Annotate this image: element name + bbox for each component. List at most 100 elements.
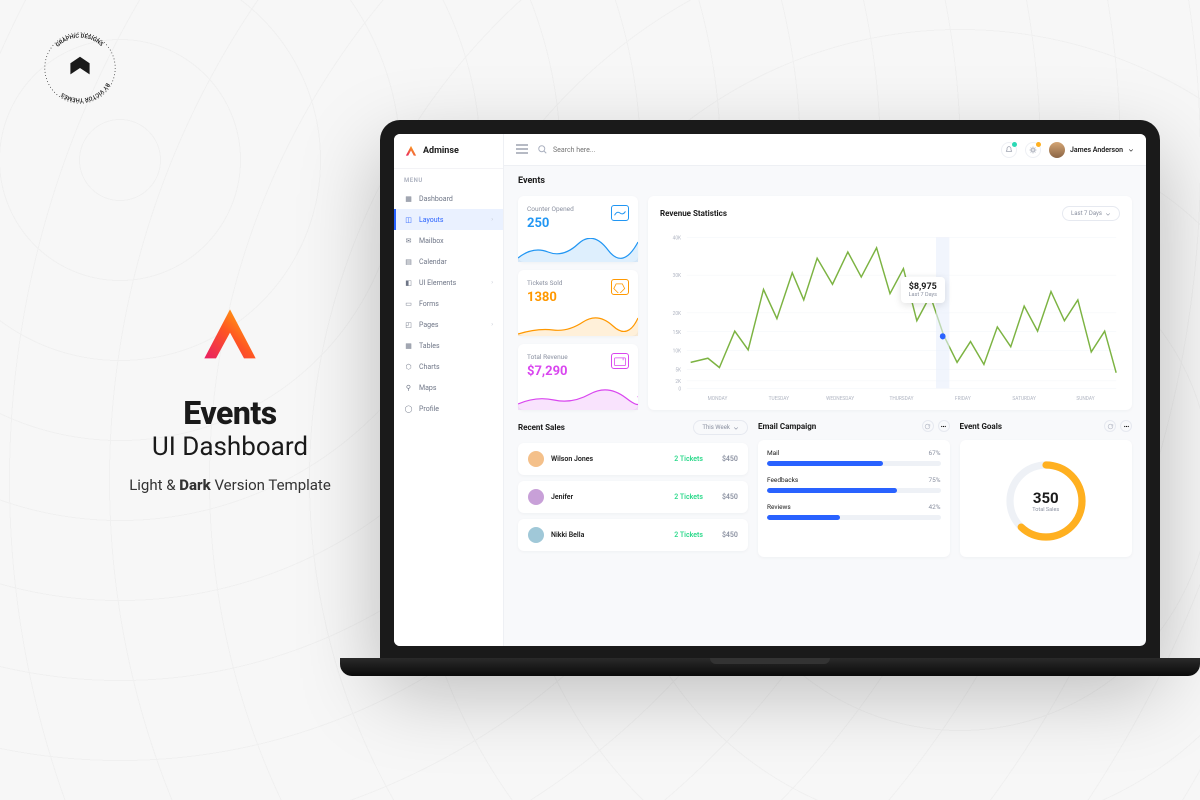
- stat-card-counter-opened[interactable]: Counter Opened 250: [518, 196, 638, 262]
- sales-name: Wilson Jones: [551, 455, 667, 463]
- sales-row[interactable]: Jenifer 2 Tickets $450: [518, 481, 748, 513]
- goal-ring-chart: 350 Total Sales: [1001, 456, 1091, 546]
- svg-text:FRIDAY: FRIDAY: [955, 396, 971, 402]
- stat-icon: [611, 279, 629, 295]
- campaign-pct: 67%: [928, 449, 940, 457]
- sidebar-item-pages[interactable]: ◰Pages›: [394, 314, 503, 335]
- more-button[interactable]: [938, 420, 950, 432]
- sales-name: Jenifer: [551, 493, 667, 501]
- search-box[interactable]: [538, 145, 991, 154]
- revenue-line-chart[interactable]: 02K5K10K15K20K30K40K MONDAYTUESDAYWEDNES…: [660, 227, 1120, 404]
- sidebar-item-mailbox[interactable]: ✉Mailbox: [394, 230, 503, 251]
- more-button[interactable]: [1120, 420, 1132, 432]
- brand[interactable]: Adminse: [394, 134, 503, 169]
- sidebar-item-forms[interactable]: ▭Forms: [394, 293, 503, 314]
- sidebar-item-label: Maps: [419, 384, 493, 392]
- nav-icon: ▭: [404, 299, 413, 308]
- sidebar-item-label: UI Elements: [419, 279, 485, 287]
- settings-button[interactable]: [1025, 142, 1041, 158]
- stat-card-tickets-sold[interactable]: Tickets Sold 1380: [518, 270, 638, 336]
- chevron-down-icon: [1105, 211, 1111, 217]
- refresh-button[interactable]: [922, 420, 934, 432]
- svg-text:SATURDAY: SATURDAY: [1012, 396, 1035, 402]
- sales-tickets: 2 Tickets: [674, 531, 703, 539]
- nav-icon: ▦: [404, 341, 413, 350]
- search-input[interactable]: [553, 146, 653, 154]
- sales-row[interactable]: Wilson Jones 2 Tickets $450: [518, 443, 748, 475]
- sidebar-item-maps[interactable]: ⚲ Maps: [394, 377, 503, 398]
- refresh-icon: [1107, 423, 1114, 430]
- sidebar: Adminse MENU ▦Dashboard◫Layouts›✉Mailbox…: [394, 134, 504, 646]
- sidebar-item-label: Mailbox: [419, 237, 493, 245]
- more-icon: [1123, 423, 1130, 430]
- avatar: [528, 527, 544, 543]
- chevron-right-icon: ›: [491, 216, 493, 223]
- stat-card-total-revenue[interactable]: Total Revenue $7,290: [518, 344, 638, 410]
- goal-sub: Total Sales: [1032, 507, 1059, 513]
- menu-toggle-icon[interactable]: [516, 144, 528, 156]
- nav-icon: ⚲: [404, 383, 413, 392]
- nav-icon: ⬡: [404, 362, 413, 371]
- sidebar-item-tables[interactable]: ▦Tables: [394, 335, 503, 356]
- svg-text:BY VICTOR THEMES: BY VICTOR THEMES: [60, 82, 110, 103]
- nav-icon: ◧: [404, 278, 413, 287]
- chevron-down-icon: [1128, 147, 1134, 153]
- gear-icon: [1029, 146, 1037, 154]
- sales-tickets: 2 Tickets: [674, 493, 703, 501]
- promo-block: Events UI Dashboard Light & Dark Version…: [90, 300, 370, 494]
- sidebar-item-label: Pages: [419, 321, 485, 329]
- sidebar-item-layouts[interactable]: ◫Layouts›: [394, 209, 503, 230]
- sidebar-item-label: Charts: [419, 363, 493, 371]
- campaign-row: Mail 67%: [767, 449, 941, 466]
- svg-text:40K: 40K: [673, 235, 682, 241]
- svg-text:10K: 10K: [673, 349, 682, 355]
- sparkline: [518, 238, 638, 262]
- svg-text:THURSDAY: THURSDAY: [889, 396, 913, 402]
- sidebar-item-calendar[interactable]: ▤ Calendar: [394, 251, 503, 272]
- brand-name: Adminse: [423, 146, 459, 156]
- promo-logo-icon: [195, 300, 265, 370]
- sidebar-item-dashboard[interactable]: ▦Dashboard: [394, 188, 503, 209]
- laptop-mockup: Adminse MENU ▦Dashboard◫Layouts›✉Mailbox…: [380, 120, 1160, 660]
- svg-text:5K: 5K: [675, 367, 682, 373]
- campaign-name: Mail: [767, 449, 779, 457]
- svg-text:30K: 30K: [673, 273, 682, 279]
- sales-range-selector[interactable]: This Week: [693, 420, 748, 435]
- svg-text:MONDAY: MONDAY: [708, 396, 728, 402]
- sidebar-item-label: Calendar: [419, 258, 493, 266]
- topbar: James Anderson: [504, 134, 1146, 166]
- refresh-button[interactable]: [1104, 420, 1116, 432]
- goal-value: 350: [1033, 489, 1059, 507]
- sales-amount: $450: [722, 531, 738, 539]
- publisher-badge: GRAPHIC DESIGNS BY VICTOR THEMES: [40, 28, 120, 108]
- campaign-title: Email Campaign: [758, 422, 816, 431]
- nav-icon: ▤: [404, 257, 413, 266]
- search-icon: [538, 145, 547, 154]
- campaign-name: Reviews: [767, 503, 791, 511]
- sales-amount: $450: [722, 455, 738, 463]
- sales-row[interactable]: Nikki Bella 2 Tickets $450: [518, 519, 748, 551]
- sidebar-item-label: Profile: [419, 405, 493, 413]
- nav-icon: ◫: [404, 215, 413, 224]
- page-title: Events: [518, 176, 1132, 186]
- promo-subtitle: UI Dashboard: [90, 432, 370, 462]
- sidebar-item-ui-elements[interactable]: ◧ UI Elements ›: [394, 272, 503, 293]
- more-icon: [940, 423, 947, 430]
- sidebar-item-label: Dashboard: [419, 195, 493, 203]
- brand-logo-icon: [404, 144, 418, 158]
- sidebar-item-charts[interactable]: ⬡ Charts: [394, 356, 503, 377]
- user-menu[interactable]: James Anderson: [1049, 142, 1134, 158]
- svg-text:WEDNESDAY: WEDNESDAY: [826, 396, 854, 402]
- sidebar-item-profile[interactable]: ◯Profile: [394, 398, 503, 419]
- nav-icon: ◰: [404, 320, 413, 329]
- app-screen: Adminse MENU ▦Dashboard◫Layouts›✉Mailbox…: [394, 134, 1146, 646]
- chart-tooltip: $8,975 Last 7 Days: [901, 277, 945, 303]
- campaign-row: Feedbacks75%: [767, 476, 941, 493]
- chart-range-selector[interactable]: Last 7 Days: [1062, 206, 1120, 221]
- notifications-button[interactable]: [1001, 142, 1017, 158]
- chevron-right-icon: ›: [491, 279, 493, 286]
- revenue-chart-card: Revenue Statistics Last 7 Days 02K5K10K1…: [648, 196, 1132, 410]
- refresh-icon: [924, 423, 931, 430]
- bell-icon: [1005, 146, 1013, 154]
- avatar: [528, 489, 544, 505]
